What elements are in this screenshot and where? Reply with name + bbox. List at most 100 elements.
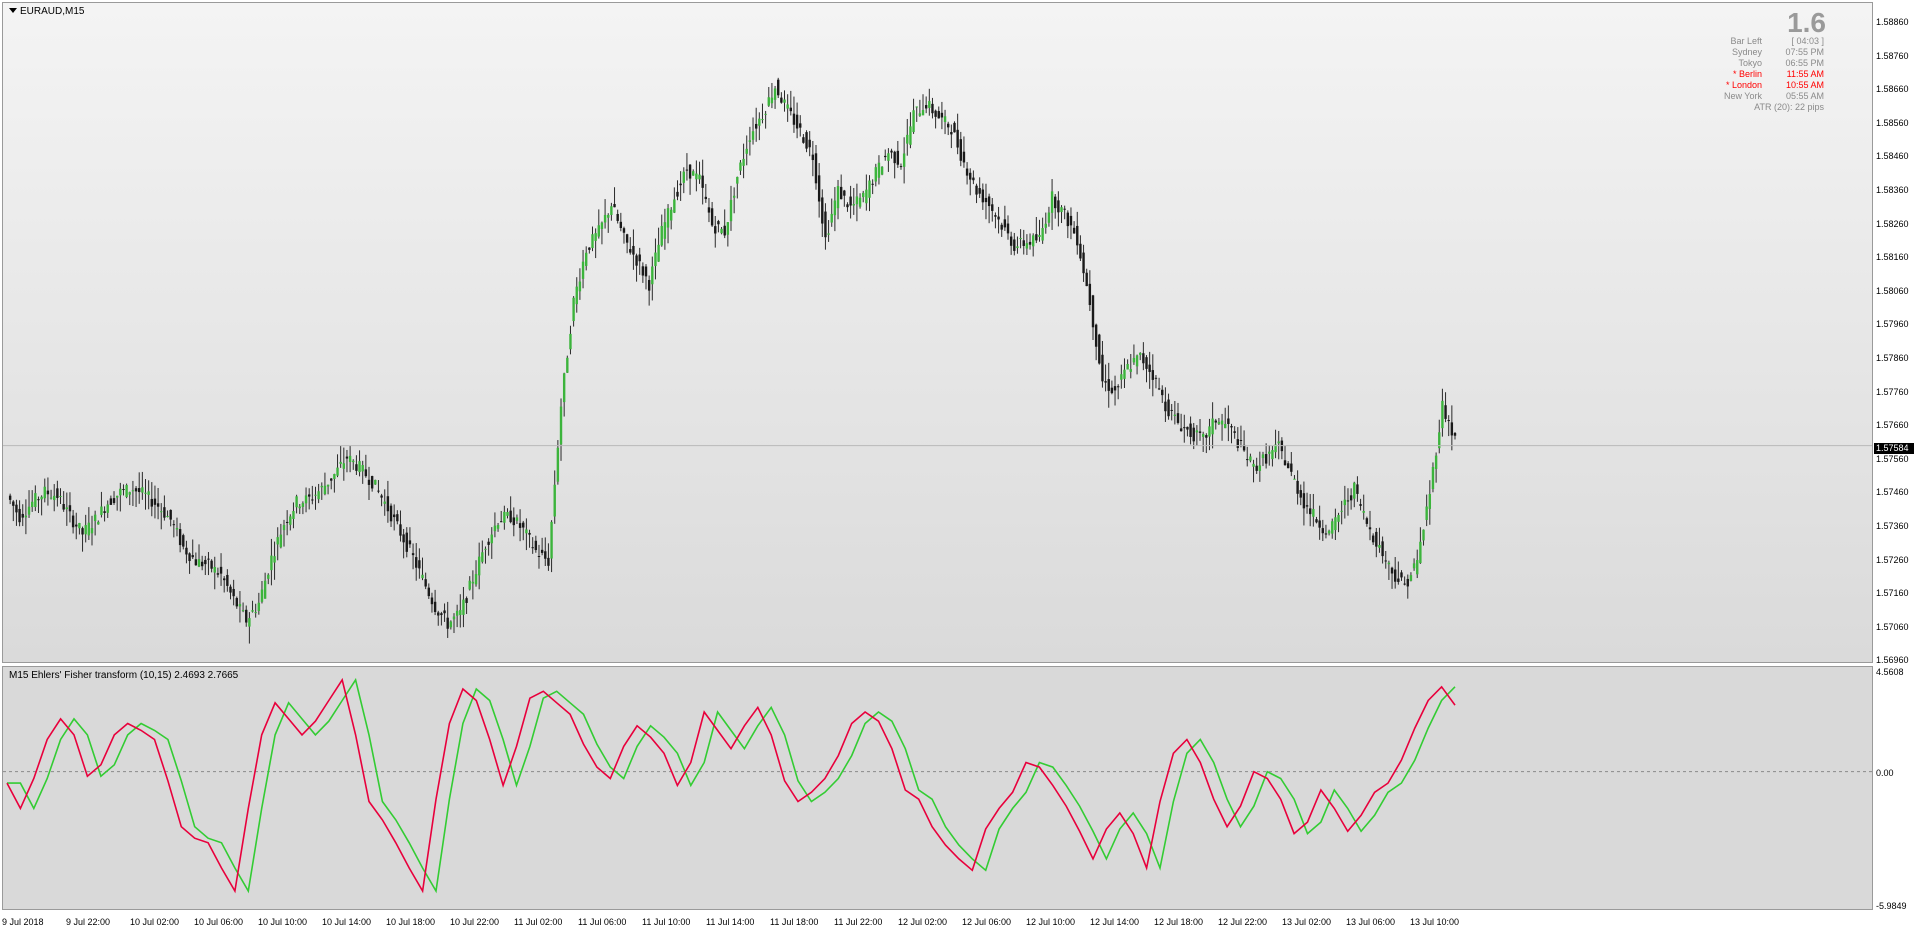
candle-body [1072,227,1076,234]
candle-body [1356,484,1359,494]
candle-body [937,111,940,119]
candle-body [496,525,500,529]
price-tick-label: 1.57160 [1876,588,1909,599]
candle-body [1179,428,1183,432]
candle-body [1359,504,1362,506]
candle-body [471,581,475,584]
candle-body [666,208,670,228]
candle-body [399,524,402,536]
candle-body [317,491,320,500]
candle-body [1038,234,1041,237]
candle-body [1393,569,1397,582]
price-tick-label: 1.58760 [1876,50,1909,61]
candle-body [1186,426,1189,430]
candle-body [522,522,525,528]
candle-body [1151,370,1155,380]
candle-body [421,574,424,579]
candle-body [899,166,903,168]
candle-body [525,529,528,534]
candle-body [1208,426,1211,437]
candle-body [443,610,446,614]
candle-body [572,297,575,322]
candle-body [962,151,966,163]
candle-body [383,501,386,504]
candle-body [364,469,368,477]
time-tick-label: 9 Jul 22:00 [66,917,111,927]
candle-body [204,559,207,565]
candle-body [1016,246,1019,248]
candle-body [975,185,978,195]
price-tick-label: 1.57760 [1876,386,1909,397]
candle-body [1057,200,1060,213]
indicator-canvas[interactable] [3,667,1872,909]
candle-body [342,463,346,469]
candle-body [345,456,349,459]
candle-body [263,580,267,599]
candle-body [449,621,453,628]
candle-body [1371,535,1375,543]
candle-body [273,556,276,563]
candle-body [1164,401,1167,412]
candle-body [1431,467,1435,490]
candle-body [1246,459,1249,461]
fisher-line [6,677,1456,894]
candle-body [1063,208,1066,210]
candle-body [651,266,654,285]
candle-body [515,517,519,521]
candle-body [1116,386,1120,388]
candle-body [56,488,59,498]
candle-body [720,228,723,234]
candle-body [1183,427,1186,429]
price-chart-pane[interactable]: EURAUD,M15 1.6 Bar Left [ 04:03 ] Sydney 07… [2,2,1873,663]
time-tick-label: 11 Jul 14:00 [706,917,755,927]
candle-body [824,211,827,238]
candle-body [956,129,959,148]
candle-body [1123,369,1126,379]
candle-body [122,489,125,491]
price-tick-label: 1.57660 [1876,420,1909,431]
candle-body [1050,191,1054,213]
candle-body [1192,427,1195,442]
candle-body [874,167,877,182]
candle-body [597,225,600,237]
candle-body [323,485,327,495]
candle-body [115,495,119,498]
candle-body [641,266,645,276]
indicator-pane[interactable]: M15 Ehlers' Fisher transform (10,15) 2.4… [2,666,1873,910]
candle-body [30,501,34,508]
time-tick-label: 12 Jul 14:00 [1090,917,1140,927]
time-tick-label: 10 Jul 22:00 [450,917,500,927]
candle-body [880,166,884,175]
candle-body [1025,243,1029,249]
candle-body [978,188,981,194]
candle-body [1110,387,1114,394]
candle-body [909,126,912,145]
candle-body [241,610,245,612]
candle-body [408,540,412,545]
candle-body [1239,440,1243,442]
candle-body [1365,518,1369,524]
candle-body [75,524,78,527]
price-tick-label: 1.57460 [1876,487,1909,498]
time-tick-label: 12 Jul 10:00 [1026,917,1076,927]
price-chart-canvas[interactable] [3,3,1872,662]
candle-body [1205,435,1208,438]
candle-body [1327,530,1331,534]
candle-body [279,534,283,548]
candle-body [673,199,676,213]
candle-body [93,514,97,522]
candle-body [1321,528,1324,534]
time-tick-label: 11 Jul 10:00 [642,917,691,927]
candle-body [1230,426,1233,428]
candle-body [380,495,383,498]
candle-body [1107,379,1110,391]
dropdown-arrow-icon[interactable] [9,8,17,13]
candle-body [827,233,830,235]
candle-body [518,523,522,528]
candle-body [109,498,113,505]
candle-body [1236,439,1239,448]
candle-body [732,195,736,198]
time-tick-label: 12 Jul 02:00 [898,917,948,927]
candle-body [235,598,238,607]
candle-body [972,177,975,181]
